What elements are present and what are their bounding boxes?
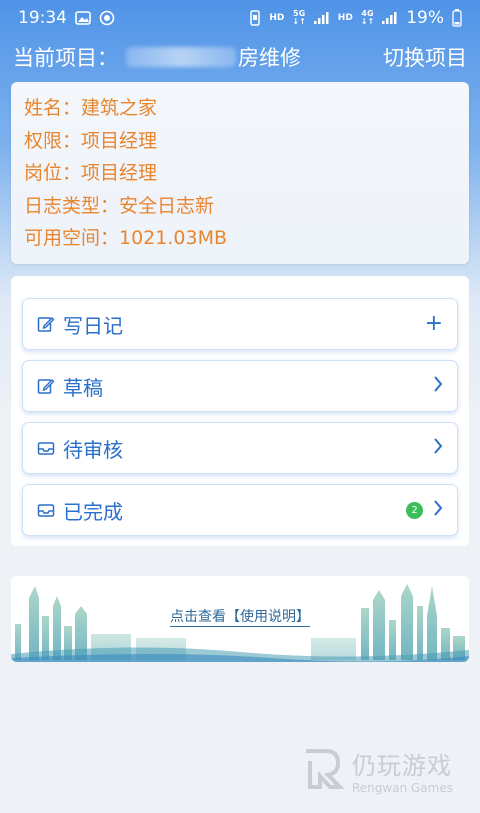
record-icon [99, 10, 115, 26]
chevron-right-icon [433, 376, 443, 396]
status-bar: 19:34 HD 5G ↓↑ HD 4G ↓↑ 19% [0, 0, 480, 36]
inbox-icon [37, 439, 55, 457]
pending-review-right [433, 438, 443, 458]
user-permission: 权限：项目经理 [24, 129, 158, 152]
log-type: 日志类型：安全日志新 [24, 194, 215, 217]
user-position: 岗位：项目经理 [24, 162, 158, 184]
pending-review-item[interactable]: 待审核 [22, 422, 458, 474]
hd-indicator: HD [269, 13, 285, 23]
edit-icon [37, 377, 55, 395]
write-diary-item[interactable]: 写日记 + [22, 298, 458, 350]
menu-card: 写日记 + 草稿 待审核 已完成 2 [11, 276, 469, 546]
chevron-right-icon [433, 438, 443, 458]
completed-right: 2 [406, 500, 443, 520]
write-diary-right: + [425, 313, 443, 335]
drafts-item[interactable]: 草稿 [22, 360, 458, 412]
hd-indicator-2: HD [337, 13, 353, 23]
plus-icon: + [424, 311, 443, 336]
user-name: 姓名：建筑之家 [24, 97, 158, 119]
signal-icon [313, 12, 330, 24]
battery-icon [452, 9, 462, 27]
instructions-link[interactable]: 点击查看【使用说明】 [11, 606, 469, 627]
current-project: 当前项目： 房维修 [13, 42, 301, 72]
watermark-en: Rengwan Games [352, 780, 453, 795]
current-project-suffix: 房维修 [238, 46, 301, 70]
available-space: 可用空间：1021.03MB [24, 227, 227, 249]
switch-project-button[interactable]: 切换项目 [383, 42, 467, 72]
drafts-label: 草稿 [63, 375, 103, 400]
write-diary-label: 写日记 [63, 313, 123, 338]
user-info-card: 姓名：建筑之家 权限：项目经理 岗位：项目经理 日志类型：安全日志新 可用空间：… [11, 82, 469, 264]
instructions-banner[interactable]: 点击查看【使用说明】 [11, 576, 469, 662]
signal-icon-2 [382, 12, 398, 24]
battery-percent: 19% [406, 8, 444, 28]
network-5g: 5G ↓↑ [292, 10, 305, 26]
edit-icon [37, 315, 55, 333]
watermark: 仍玩游戏 Rengwan Games [300, 745, 470, 795]
completed-count-badge: 2 [406, 501, 423, 519]
completed-item[interactable]: 已完成 2 [22, 484, 458, 536]
vibrate-icon [249, 10, 261, 26]
network-4g: 4G ↓↑ [361, 10, 374, 26]
top-bar: 当前项目： 房维修 切换项目 [0, 38, 480, 76]
status-right: HD 5G ↓↑ HD 4G ↓↑ 19% [249, 8, 462, 28]
updown-arrows-2: ↓↑ [360, 17, 375, 26]
status-left: 19:34 [18, 8, 115, 28]
completed-label: 已完成 [63, 499, 123, 524]
instructions-link-text[interactable]: 点击查看【使用说明】 [170, 609, 310, 627]
watermark-logo-icon [300, 745, 346, 795]
status-time: 19:34 [18, 8, 67, 28]
watermark-text: 仍玩游戏 Rengwan Games [352, 746, 453, 795]
watermark-cn: 仍玩游戏 [352, 751, 452, 780]
project-name-redacted [126, 47, 236, 67]
drafts-right [433, 376, 443, 396]
current-project-prefix: 当前项目： [13, 46, 118, 70]
inbox-icon [37, 501, 55, 519]
updown-arrows: ↓↑ [292, 17, 306, 26]
gallery-icon [75, 11, 91, 25]
pending-review-label: 待审核 [63, 437, 123, 462]
chevron-right-icon [433, 500, 443, 520]
